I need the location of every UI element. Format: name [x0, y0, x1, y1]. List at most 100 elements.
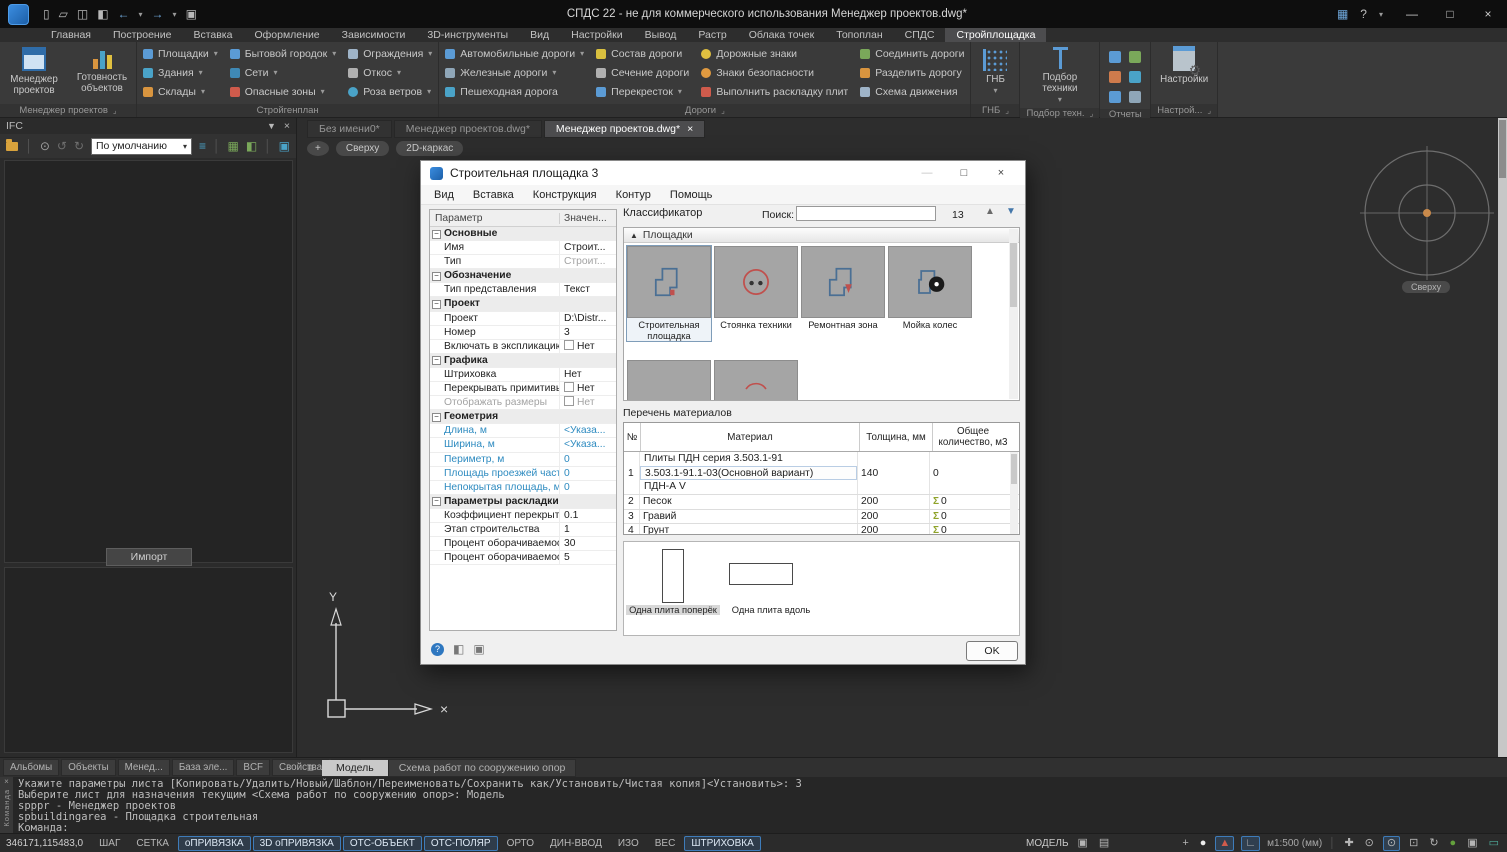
dialog-restore-button[interactable]: □ [949, 167, 979, 179]
report-export-icon[interactable] [1109, 71, 1121, 83]
railways-button[interactable]: Железные дороги▾ [445, 64, 584, 81]
help-caret-icon[interactable]: ▾ [1379, 10, 1383, 19]
pan-icon[interactable]: ✚ [1342, 837, 1355, 850]
material-row[interactable]: 1 Плиты ПДН серия 3.503.1-91 3.503.1-91.… [624, 452, 1019, 495]
panel-tab[interactable]: Свойства [272, 759, 329, 776]
object-readiness-button[interactable]: Готовность объектов [74, 45, 130, 94]
param-row[interactable]: ТипСтроит... [430, 255, 616, 269]
material-variant-select[interactable]: 3.503.1-91.1-03(Основной вариант) [640, 466, 857, 480]
selection-cycling-icon[interactable]: + [1180, 837, 1190, 850]
material-row[interactable]: 3 Гравий 200 Σ0 [624, 510, 1019, 525]
report-settings-icon[interactable] [1129, 91, 1141, 103]
report-copy-icon[interactable] [1109, 91, 1121, 103]
collapse-icon[interactable]: − [432, 497, 441, 506]
classifier-item[interactable]: Стоянка техники [714, 246, 798, 331]
ribbon-tab[interactable]: Вставка [182, 28, 243, 42]
search-icon[interactable]: ⊙ [40, 139, 50, 153]
checkbox-icon[interactable] [564, 340, 574, 350]
close-command-icon[interactable]: × [4, 777, 9, 786]
param-row[interactable]: ПроектD:\Distr... [430, 312, 616, 326]
dialog-minimize-button[interactable]: — [912, 167, 942, 179]
classifier-item[interactable] [627, 360, 711, 401]
ribbon-tab[interactable]: Топоплан [825, 28, 893, 42]
menu-contour[interactable]: Контур [616, 189, 651, 201]
collapse-icon[interactable]: − [432, 300, 441, 309]
annotation-scale[interactable]: м1:500 (мм) [1267, 838, 1322, 849]
ifc-tree-area[interactable] [4, 160, 293, 563]
fullscreen-icon[interactable]: ▭ [1487, 837, 1501, 850]
param-group[interactable]: −Основные [430, 227, 616, 241]
dialog-launcher-icon[interactable]: ⌟ [113, 106, 117, 115]
visual-style-pill[interactable]: 2D-каркас [396, 141, 463, 156]
next-result-icon[interactable]: ▼ [1006, 206, 1016, 217]
dialog-help-icon[interactable]: ? [431, 643, 444, 656]
ribbon-tab[interactable]: Настройки [560, 28, 634, 42]
dialog-launcher-icon[interactable]: ⌟ [1005, 106, 1009, 115]
menu-view[interactable]: Вид [434, 189, 454, 201]
sum-icon[interactable]: Σ [933, 511, 939, 522]
undo-caret-icon[interactable]: ▾ [139, 10, 143, 19]
model-space-label[interactable]: МОДЕЛЬ [1026, 838, 1068, 849]
layout-menu-icon[interactable]: ≡ [307, 761, 314, 775]
toggle-hatch[interactable]: ШТРИХОВКА [684, 836, 760, 851]
menu-insert[interactable]: Вставка [473, 189, 514, 201]
param-row[interactable]: Тип представленияТекст [430, 283, 616, 297]
plate-across-shape[interactable] [662, 549, 684, 603]
copy-table-icon[interactable]: ◧ [246, 139, 257, 153]
toggle-snap-step[interactable]: ШАГ [92, 836, 127, 851]
snap-cursor-icon[interactable]: ▲ [1215, 836, 1234, 851]
ifc-detail-area[interactable] [4, 567, 293, 753]
dialog-close-button[interactable]: × [986, 167, 1016, 179]
ribbon-tab[interactable]: Построение [102, 28, 182, 42]
toggle-otrack-polar[interactable]: ОТС-ПОЛЯР [424, 836, 498, 851]
vertical-scrollbar[interactable] [1498, 118, 1507, 757]
sum-icon[interactable]: Σ [933, 525, 939, 535]
panel-tab[interactable]: BCF [236, 759, 270, 776]
param-group[interactable]: −Проект [430, 297, 616, 311]
param-row[interactable]: Непокрытая площадь, м20 [430, 481, 616, 495]
param-row[interactable]: Процент оборачиваемости 1, %30 [430, 537, 616, 551]
param-row[interactable]: ИмяСтроит... [430, 241, 616, 255]
dialog-launcher-icon[interactable]: ⌟ [721, 106, 725, 115]
networks-button[interactable]: Сети▾ [230, 64, 337, 81]
param-row[interactable]: Ширина, м<Указа... [430, 438, 616, 452]
collapse-icon[interactable]: − [432, 230, 441, 239]
open-file-icon[interactable]: ▱ [59, 7, 68, 21]
camp-button[interactable]: Бытовой городок▾ [230, 45, 337, 62]
toggle-3d-osnap[interactable]: 3D оПРИВЯЗКА [253, 836, 341, 851]
command-line[interactable]: Укажите параметры листа [Копировать/Удал… [0, 777, 1507, 833]
tech-selection-button[interactable]: Подбор техники ▾ [1032, 45, 1088, 105]
param-group[interactable]: −Параметры раскладки [430, 495, 616, 509]
auto-roads-button[interactable]: Автомобильные дороги▾ [445, 45, 584, 62]
classifier-item-selected[interactable]: Строительная площадка [627, 246, 711, 341]
ribbon-tab-active[interactable]: Стройплощадка [945, 28, 1046, 42]
preset-select[interactable]: По умолчанию▾ [91, 138, 192, 155]
param-group[interactable]: −Графика [430, 354, 616, 368]
dialog-notes-icon[interactable]: ▣ [473, 642, 484, 656]
param-row[interactable]: Перекрывать примитивыНет [430, 382, 616, 396]
lightbulb-icon[interactable]: ● [1198, 837, 1209, 850]
undo-icon[interactable]: ↺ [57, 139, 67, 153]
ribbon-tab[interactable]: Вывод [634, 28, 688, 42]
zoom-icon[interactable]: ⊙ [1363, 837, 1376, 850]
param-row[interactable]: ШтриховкаНет [430, 368, 616, 382]
param-group[interactable]: −Обозначение [430, 269, 616, 283]
redo-caret-icon[interactable]: ▾ [173, 10, 177, 19]
join-roads-button[interactable]: Соединить дороги [860, 45, 964, 62]
plate-along-shape[interactable] [729, 563, 793, 585]
param-row[interactable]: Номер3 [430, 326, 616, 340]
orbit-icon[interactable]: ↻ [1427, 837, 1440, 850]
compass-view-label[interactable]: Сверху [1402, 281, 1450, 293]
safety-signs-button[interactable]: Знаки безопасности [701, 64, 848, 81]
checkbox-icon[interactable] [564, 396, 574, 406]
redo-icon[interactable]: → [152, 7, 164, 21]
wind-rose-button[interactable]: Роза ветров▾ [348, 83, 432, 100]
panel-tab[interactable]: База эле... [172, 759, 235, 776]
traffic-scheme-button[interactable]: Схема движения [860, 83, 964, 100]
param-row[interactable]: Коэффициент перекрытия0.1 [430, 509, 616, 523]
ribbon-tab[interactable]: Главная [40, 28, 102, 42]
param-row[interactable]: Процент оборачиваемости 2, %5 [430, 551, 616, 565]
road-signs-button[interactable]: Дорожные знаки [701, 45, 848, 62]
prev-result-icon[interactable]: ▲ [985, 206, 995, 217]
add-table-icon[interactable]: ▦ [227, 139, 238, 153]
